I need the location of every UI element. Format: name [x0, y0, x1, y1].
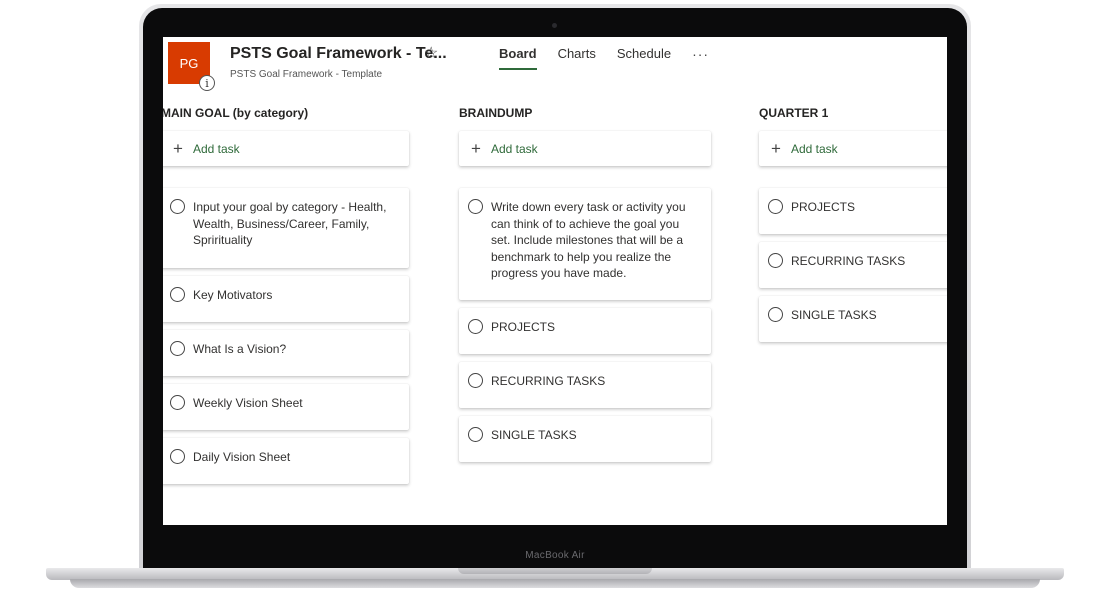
- bucket-title: QUARTER 1: [759, 106, 829, 120]
- complete-circle-icon[interactable]: [768, 307, 783, 322]
- task-title: PROJECTS: [491, 320, 556, 334]
- add-task-button[interactable]: + Add task: [163, 131, 409, 166]
- task-card[interactable]: SINGLE TASKS: [459, 416, 711, 462]
- add-task-label: Add task: [490, 141, 538, 156]
- complete-circle-icon[interactable]: [468, 427, 483, 442]
- task-card[interactable]: Weekly Vision Sheet: [163, 384, 409, 430]
- task-card[interactable]: Write down every task or activity you ca…: [459, 188, 711, 300]
- bucket-title: BRAINDUMP: [459, 106, 533, 120]
- info-icon[interactable]: i: [199, 75, 215, 91]
- task-title: PROJECTS: [791, 200, 856, 214]
- task-card[interactable]: Input your goal by category - Health, We…: [163, 188, 409, 268]
- tab-charts[interactable]: Charts: [558, 46, 596, 72]
- laptop-base-edge: [70, 579, 1040, 588]
- plan-subtitle: PSTS Goal Framework - Template: [230, 69, 383, 80]
- more-options-icon[interactable]: ···: [692, 46, 709, 72]
- complete-circle-icon[interactable]: [170, 449, 185, 464]
- plan-title: PSTS Goal Framework - Te...: [230, 45, 447, 62]
- complete-circle-icon[interactable]: [468, 373, 483, 388]
- task-card[interactable]: PROJECTS: [459, 308, 711, 354]
- task-title: Key Motivators: [193, 288, 273, 302]
- task-card[interactable]: PROJECTS: [759, 188, 947, 234]
- task-card[interactable]: Key Motivators: [163, 276, 409, 322]
- complete-circle-icon[interactable]: [468, 319, 483, 334]
- planner-screen: PG i PSTS Goal Framework - Te... ☆ PSTS …: [163, 37, 947, 525]
- laptop-notch: [458, 568, 652, 574]
- complete-circle-icon[interactable]: [468, 199, 483, 214]
- complete-circle-icon[interactable]: [170, 287, 185, 302]
- task-title: Write down every task or activity you ca…: [491, 200, 686, 280]
- tab-schedule[interactable]: Schedule: [617, 46, 671, 72]
- camera-icon: [552, 23, 557, 28]
- plus-icon: +: [471, 139, 481, 158]
- task-card[interactable]: What Is a Vision?: [163, 330, 409, 376]
- bucket-main-goal: MAIN GOAL (by category) + Add task Input…: [163, 106, 409, 492]
- task-title: RECURRING TASKS: [791, 254, 906, 268]
- model-label: MacBook Air: [525, 550, 585, 561]
- task-title: SINGLE TASKS: [491, 428, 577, 442]
- task-title: Weekly Vision Sheet: [193, 396, 303, 410]
- complete-circle-icon[interactable]: [170, 199, 185, 214]
- task-title: RECURRING TASKS: [491, 374, 606, 388]
- task-card[interactable]: RECURRING TASKS: [759, 242, 947, 288]
- task-title: Daily Vision Sheet: [193, 450, 291, 464]
- plus-icon: +: [173, 139, 183, 158]
- bucket-quarter-1: QUARTER 1 + Add task PROJECTS RECURRING …: [759, 106, 947, 350]
- star-icon[interactable]: ☆: [424, 43, 438, 63]
- bucket-braindump: BRAINDUMP + Add task Write down every ta…: [459, 106, 711, 470]
- add-task-button[interactable]: + Add task: [759, 131, 947, 166]
- task-card[interactable]: Daily Vision Sheet: [163, 438, 409, 484]
- complete-circle-icon[interactable]: [768, 253, 783, 268]
- bucket-title: MAIN GOAL (by category): [163, 106, 309, 120]
- complete-circle-icon[interactable]: [768, 199, 783, 214]
- task-title: Input your goal by category - Health, We…: [193, 200, 387, 247]
- task-card[interactable]: RECURRING TASKS: [459, 362, 711, 408]
- add-task-label: Add task: [790, 141, 838, 156]
- task-title: What Is a Vision?: [193, 342, 287, 356]
- tab-board[interactable]: Board: [499, 46, 537, 72]
- task-card[interactable]: SINGLE TASKS: [759, 296, 947, 342]
- add-task-label: Add task: [192, 141, 240, 156]
- view-tabs: Board Charts Schedule ···: [499, 46, 730, 72]
- task-title: SINGLE TASKS: [791, 308, 877, 322]
- complete-circle-icon[interactable]: [170, 395, 185, 410]
- add-task-button[interactable]: + Add task: [459, 131, 711, 166]
- complete-circle-icon[interactable]: [170, 341, 185, 356]
- plus-icon: +: [771, 139, 781, 158]
